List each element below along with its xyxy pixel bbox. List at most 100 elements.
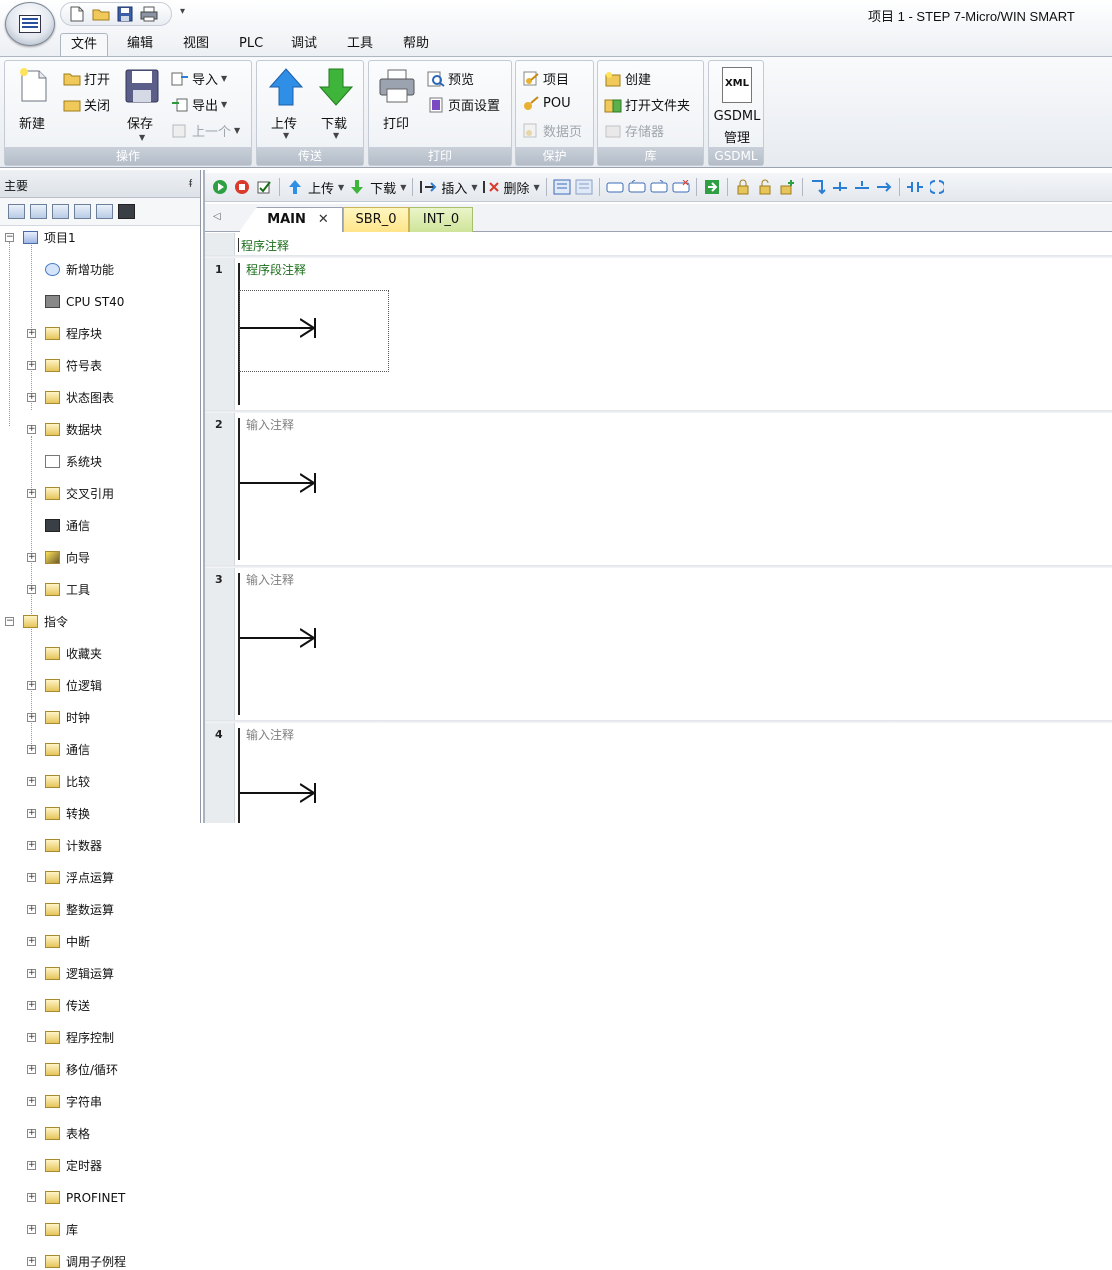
tree-instr-float-math[interactable]: + 浮点运算	[0, 870, 200, 886]
tab-view[interactable]: 视图	[173, 33, 219, 56]
panel-tool-3-icon[interactable]	[52, 204, 69, 219]
tree-instr-integer-math[interactable]: + 整数运算	[0, 902, 200, 918]
run-icon[interactable]	[211, 178, 229, 196]
download-dropdown-chevron-icon[interactable]: ▼	[333, 131, 339, 140]
protect-data-page-button[interactable]: 数据页	[522, 121, 582, 140]
network-4[interactable]: 4 输入注释	[205, 720, 1112, 823]
ladder-editor[interactable]: 程序注释 1 程序段注释 2 输入注释 3 输入注释 4 输入注释	[205, 233, 1112, 823]
tab-scroll-left-icon[interactable]: ◁	[213, 211, 221, 222]
library-memory-button[interactable]: 存储器	[604, 121, 664, 140]
tree-instr-library[interactable]: + 库	[0, 1222, 200, 1238]
preview-button[interactable]: 预览	[427, 69, 474, 88]
delete-button[interactable]: 删除	[504, 178, 530, 197]
expand-icon[interactable]: +	[27, 489, 36, 498]
line-right-icon[interactable]	[875, 178, 893, 196]
tree-instr-interrupt[interactable]: + 中断	[0, 934, 200, 950]
tree-item-whats-new[interactable]: 新增功能	[0, 262, 200, 278]
gsdml-manage-button[interactable]: XML GSDML 管理	[711, 65, 763, 146]
line-down-icon[interactable]	[831, 178, 849, 196]
expand-icon[interactable]: +	[27, 873, 36, 882]
save-icon[interactable]	[115, 5, 135, 23]
tree-item-system-block[interactable]: 系统块	[0, 454, 200, 470]
bookmark-prev-icon[interactable]	[628, 178, 646, 196]
toolbar-download-chevron-icon[interactable]: ▼	[400, 183, 406, 192]
network-view-2-icon[interactable]	[575, 178, 593, 196]
tree-item-program-block[interactable]: + 程序块	[0, 326, 200, 342]
tree-project-root[interactable]: − 项目1	[0, 230, 200, 246]
expand-icon[interactable]: +	[27, 1257, 36, 1266]
expand-icon[interactable]: +	[27, 745, 36, 754]
upload-button[interactable]: 上传 ▼	[265, 65, 307, 145]
stop-icon[interactable]	[233, 178, 251, 196]
tree-instr-favorites[interactable]: 收藏夹	[0, 646, 200, 662]
new-button[interactable]: 新建	[13, 65, 53, 135]
open-library-folder-button[interactable]: 打开文件夹	[604, 95, 690, 114]
tab-tools[interactable]: 工具	[337, 33, 383, 56]
expand-icon[interactable]: +	[27, 1129, 36, 1138]
expand-icon[interactable]: +	[27, 841, 36, 850]
tree-instr-convert[interactable]: + 转换	[0, 806, 200, 822]
expand-icon[interactable]: +	[27, 969, 36, 978]
expand-icon[interactable]: +	[27, 1065, 36, 1074]
insert-icon[interactable]	[419, 178, 437, 196]
tree-instr-shift-rotate[interactable]: + 移位/循环	[0, 1062, 200, 1078]
contact-icon[interactable]	[906, 178, 924, 196]
tab-file[interactable]: 文件	[60, 33, 109, 56]
insert-button[interactable]: 插入	[441, 178, 467, 197]
create-library-button[interactable]: 创建	[604, 69, 651, 88]
tree-instr-logic-ops[interactable]: + 逻辑运算	[0, 966, 200, 982]
tree-instr-call-subroutine[interactable]: + 调用子例程	[0, 1254, 200, 1270]
network-1[interactable]: 1 程序段注释	[205, 255, 1112, 410]
bookmark-next-icon[interactable]	[650, 178, 668, 196]
tab-debug[interactable]: 调试	[281, 33, 327, 56]
tree-instr-move[interactable]: + 传送	[0, 998, 200, 1014]
import-button[interactable]: 导入 ▼	[171, 69, 227, 88]
lock-add-icon[interactable]	[778, 178, 796, 196]
new-icon[interactable]	[67, 5, 87, 23]
tree-instr-timer[interactable]: + 定时器	[0, 1158, 200, 1174]
expand-icon[interactable]: +	[27, 1193, 36, 1202]
expand-icon[interactable]: +	[27, 1001, 36, 1010]
network-3[interactable]: 3 输入注释	[205, 565, 1112, 720]
toolbar-download-icon[interactable]	[348, 178, 366, 196]
tree-instr-table[interactable]: + 表格	[0, 1126, 200, 1142]
tree-instr-program-control[interactable]: + 程序控制	[0, 1030, 200, 1046]
bookmark-remove-icon[interactable]	[672, 178, 690, 196]
branch-down-icon[interactable]	[809, 178, 827, 196]
download-button[interactable]: 下载 ▼	[315, 65, 357, 145]
expand-icon[interactable]: +	[27, 1097, 36, 1106]
goto-icon[interactable]	[703, 178, 721, 196]
network-comment[interactable]: 程序段注释	[246, 261, 306, 278]
toolbar-upload-icon[interactable]	[286, 178, 304, 196]
tab-int[interactable]: INT_0	[409, 207, 473, 232]
toolbar-upload-chevron-icon[interactable]: ▼	[338, 183, 344, 192]
bookmark-icon[interactable]	[606, 178, 624, 196]
tree-instr-compare[interactable]: + 比较	[0, 774, 200, 790]
expand-icon[interactable]: +	[27, 1225, 36, 1234]
toolbar-upload-button[interactable]: 上传	[308, 178, 334, 197]
network-comment[interactable]: 输入注释	[246, 726, 294, 743]
tree-item-status-chart[interactable]: + 状态图表	[0, 390, 200, 406]
expand-icon[interactable]: +	[27, 553, 36, 562]
previous-button[interactable]: 上一个 ▼	[171, 121, 240, 140]
tree-instr-bit-logic[interactable]: + 位逻辑	[0, 678, 200, 694]
lock-icon[interactable]	[734, 178, 752, 196]
open-icon[interactable]	[91, 5, 111, 23]
save-button[interactable]: 保存 ▼	[123, 67, 163, 145]
tree-instr-clock[interactable]: + 时钟	[0, 710, 200, 726]
panel-tool-5-icon[interactable]	[96, 204, 113, 219]
close-button[interactable]: 关闭	[63, 95, 110, 114]
program-comment[interactable]: 程序注释	[241, 237, 289, 254]
tree-instr-string[interactable]: + 字符串	[0, 1094, 200, 1110]
tab-help[interactable]: 帮助	[393, 33, 439, 56]
tab-close-icon[interactable]: ✕	[318, 212, 329, 227]
tab-edit[interactable]: 编辑	[117, 33, 163, 56]
application-menu-button[interactable]	[5, 2, 55, 46]
delete-icon[interactable]	[482, 178, 500, 196]
tree-item-tools[interactable]: + 工具	[0, 582, 200, 598]
expand-icon[interactable]: +	[27, 1033, 36, 1042]
expand-icon[interactable]: +	[27, 425, 36, 434]
expand-icon[interactable]: +	[27, 361, 36, 370]
export-button[interactable]: 导出 ▼	[171, 95, 227, 114]
expand-icon[interactable]: +	[27, 905, 36, 914]
